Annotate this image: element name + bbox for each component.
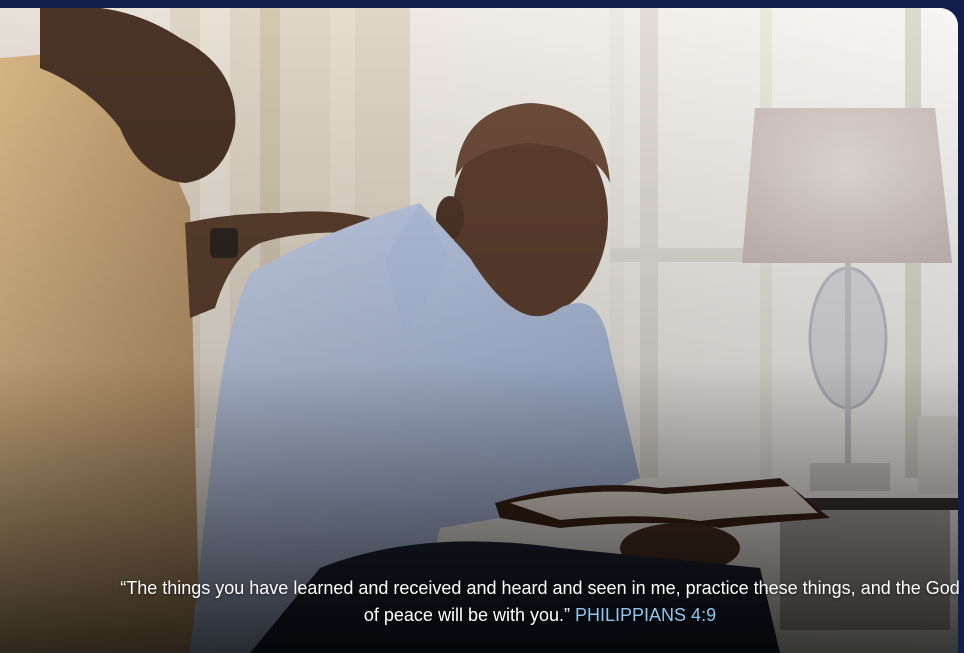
scripture-reference[interactable]: PHILIPPIANS 4:9 [575, 605, 716, 625]
page-frame: “The things you have learned and receive… [0, 0, 964, 653]
hero-photo [0, 8, 958, 653]
photo-illustration [0, 8, 958, 653]
scripture-caption: “The things you have learned and receive… [120, 575, 960, 629]
scripture-quote: “The things you have learned and receive… [120, 578, 960, 625]
